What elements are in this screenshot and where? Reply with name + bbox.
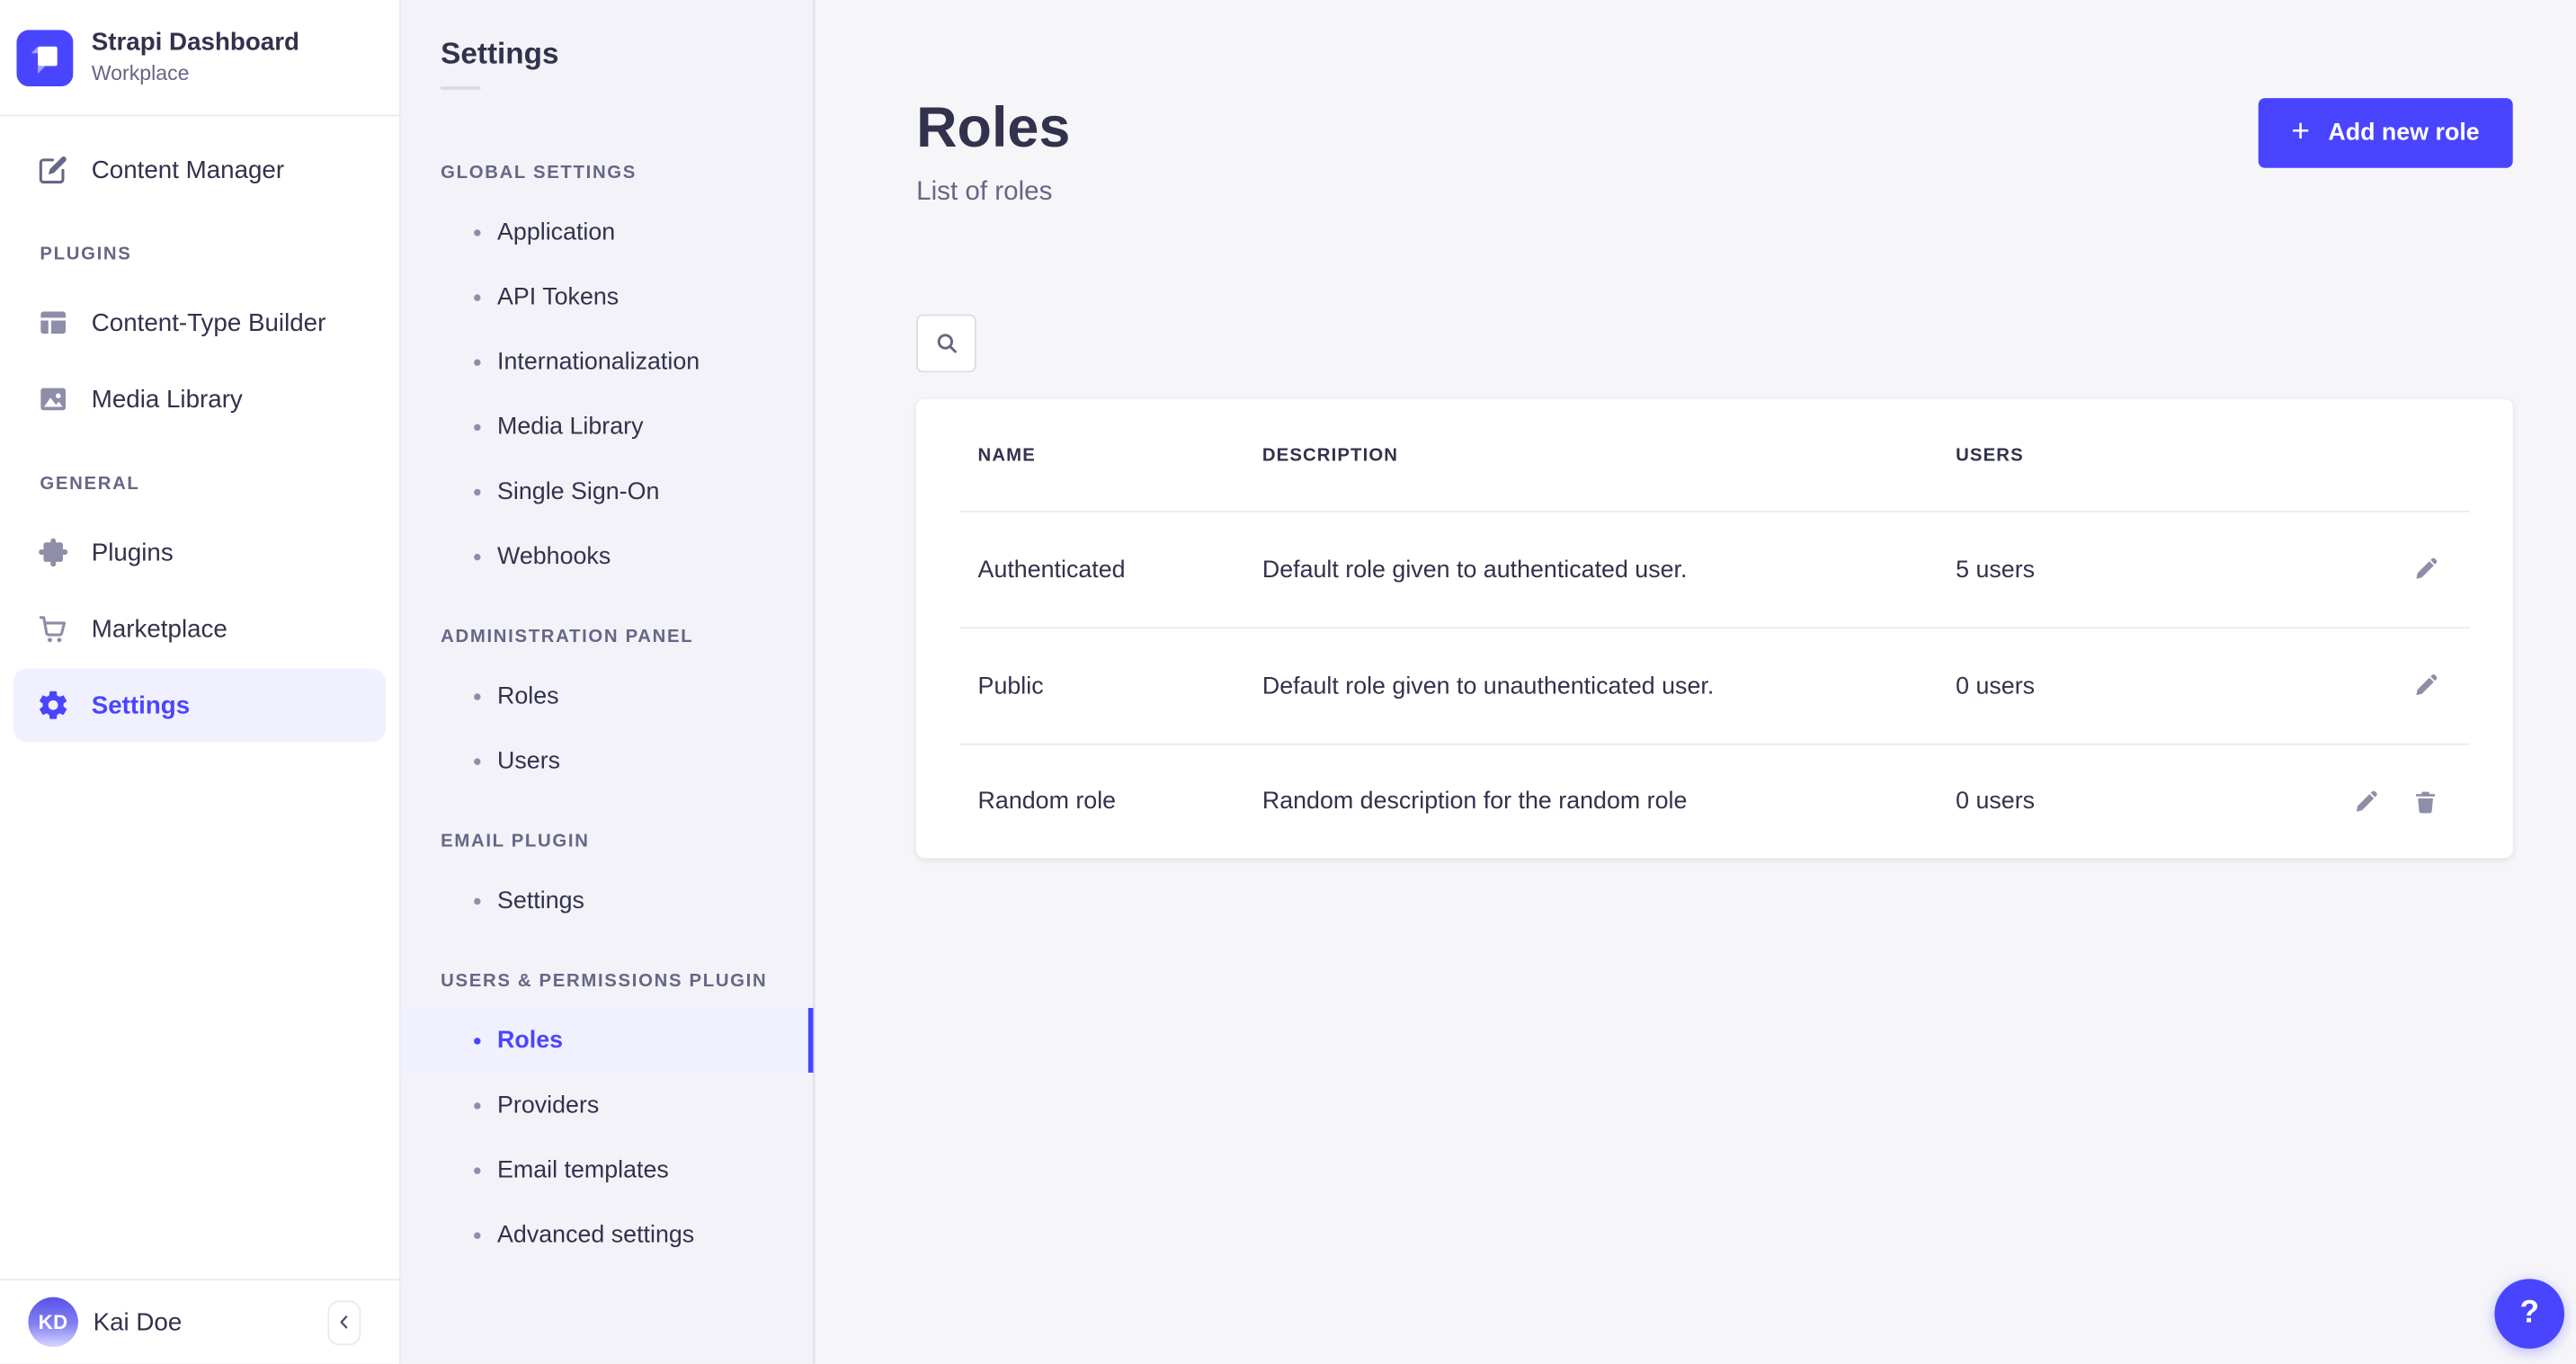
subnav-section-global-settings: GLOBAL SETTINGS <box>441 156 773 190</box>
delete-role-button[interactable] <box>2410 787 2439 816</box>
table-row-authenticated[interactable]: Authenticated Default role given to auth… <box>916 513 2513 628</box>
main-content: Roles List of roles + Add new role NAME … <box>815 0 2576 1364</box>
subnav-item-admin-users[interactable]: Users <box>401 728 814 793</box>
user-name: Kai Doe <box>94 1308 183 1336</box>
sidebar-section-general: GENERAL <box>0 456 399 513</box>
role-description: Default role given to authenticated user… <box>1262 557 1956 584</box>
page-title: Roles <box>916 94 1070 161</box>
table-header-row: NAME DESCRIPTION USERS <box>916 399 2513 511</box>
column-header-name: NAME <box>978 445 1262 465</box>
sidebar-item-content-manager[interactable]: Content Manager <box>13 133 386 206</box>
workspace-subtitle: Workplace <box>92 61 299 87</box>
cart-icon <box>37 612 70 646</box>
sidebar-item-settings[interactable]: Settings <box>13 669 386 742</box>
column-header-users: USERS <box>1956 445 2286 465</box>
collapse-sidebar-button[interactable] <box>327 1299 361 1344</box>
subnav-item-internationalization[interactable]: Internationalization <box>401 329 814 394</box>
search-icon <box>932 329 960 357</box>
user-menu[interactable]: KD Kai Doe <box>28 1297 182 1347</box>
add-new-role-button[interactable]: + Add new role <box>2258 98 2512 168</box>
subnav-section-users-permissions: USERS & PERMISSIONS PLUGIN <box>441 965 773 998</box>
settings-subnav: Settings GLOBAL SETTINGS Application API… <box>401 0 816 1364</box>
sidebar-section-plugins: PLUGINS <box>0 227 399 283</box>
pencil-icon <box>2350 788 2378 816</box>
sidebar-item-label: Plugins <box>92 538 174 566</box>
subnav-item-api-tokens[interactable]: API Tokens <box>401 264 814 329</box>
subnav-item-webhooks[interactable]: Webhooks <box>401 524 814 589</box>
role-name: Random role <box>978 789 1262 816</box>
subnav-section-administration-panel: ADMINISTRATION PANEL <box>441 620 773 654</box>
puzzle-icon <box>37 536 70 569</box>
role-description: Default role given to unauthenticated us… <box>1262 673 1956 700</box>
subnav-item-media-library[interactable]: Media Library <box>401 394 814 459</box>
page-subtitle: List of roles <box>916 174 1070 211</box>
sidebar-item-label: Settings <box>92 691 190 719</box>
add-new-role-label: Add new role <box>2328 120 2479 147</box>
column-header-description: DESCRIPTION <box>1262 445 1956 465</box>
question-mark-icon: ? <box>2519 1296 2538 1333</box>
role-users-count: 0 users <box>1956 673 2286 700</box>
subnav-item-up-email-templates[interactable]: Email templates <box>401 1137 814 1202</box>
content-type-builder-icon <box>37 306 70 339</box>
table-row-random-role[interactable]: Random role Random description for the r… <box>916 745 2513 859</box>
plus-icon: + <box>2291 116 2310 147</box>
pencil-icon <box>2411 672 2438 700</box>
sidebar-item-plugins[interactable]: Plugins <box>13 515 386 588</box>
workspace-title: Strapi Dashboard <box>92 28 299 59</box>
chevron-left-icon <box>334 1312 354 1332</box>
table-row-public[interactable]: Public Default role given to unauthentic… <box>916 629 2513 744</box>
subnav-divider <box>441 86 480 90</box>
subnav-item-admin-roles[interactable]: Roles <box>401 664 814 728</box>
role-name: Authenticated <box>978 557 1262 584</box>
sidebar-item-marketplace[interactable]: Marketplace <box>13 592 386 664</box>
page-header: Roles List of roles + Add new role <box>916 0 2513 211</box>
help-button[interactable]: ? <box>2494 1279 2564 1349</box>
edit-role-button[interactable] <box>2349 787 2379 816</box>
strapi-logo-icon <box>16 29 73 85</box>
toolbar <box>916 315 2513 373</box>
avatar: KD <box>28 1297 77 1347</box>
subnav-item-up-providers[interactable]: Providers <box>401 1073 814 1137</box>
search-button[interactable] <box>916 315 976 373</box>
main-sidebar: Strapi Dashboard Workplace Content Manag… <box>0 0 401 1364</box>
sidebar-item-content-type-builder[interactable]: Content-Type Builder <box>13 286 386 359</box>
subnav-item-up-advanced-settings[interactable]: Advanced settings <box>401 1202 814 1267</box>
pencil-icon <box>2411 556 2438 584</box>
subnav-item-email-settings[interactable]: Settings <box>401 868 814 932</box>
subnav-item-application[interactable]: Application <box>401 200 814 264</box>
sidebar-footer: KD Kai Doe <box>0 1279 399 1363</box>
sidebar-item-label: Content Manager <box>92 156 284 183</box>
role-users-count: 5 users <box>1956 557 2286 584</box>
role-users-count: 0 users <box>1956 789 2286 816</box>
roles-table-card: NAME DESCRIPTION USERS Authenticated Def… <box>916 399 2513 858</box>
edit-role-button[interactable] <box>2410 555 2439 584</box>
role-description: Random description for the random role <box>1262 789 1956 816</box>
edit-role-button[interactable] <box>2410 671 2439 700</box>
sidebar-item-label: Content-Type Builder <box>92 308 326 336</box>
strapi-dashboard: Strapi Dashboard Workplace Content Manag… <box>0 0 2576 1364</box>
sidebar-item-label: Media Library <box>92 385 243 413</box>
workspace-brand[interactable]: Strapi Dashboard Workplace <box>0 0 399 116</box>
subnav-title: Settings <box>441 30 813 76</box>
content-manager-icon <box>37 153 70 186</box>
subnav-section-email-plugin: EMAIL PLUGIN <box>441 825 773 858</box>
role-name: Public <box>978 673 1262 700</box>
sidebar-item-label: Marketplace <box>92 614 227 642</box>
gear-icon <box>37 689 70 722</box>
subnav-item-single-sign-on[interactable]: Single Sign-On <box>401 459 814 523</box>
subnav-item-up-roles[interactable]: Roles <box>401 1008 814 1073</box>
sidebar-item-media-library[interactable]: Media Library <box>13 362 386 435</box>
media-library-icon <box>37 382 70 415</box>
trash-icon <box>2411 788 2438 816</box>
